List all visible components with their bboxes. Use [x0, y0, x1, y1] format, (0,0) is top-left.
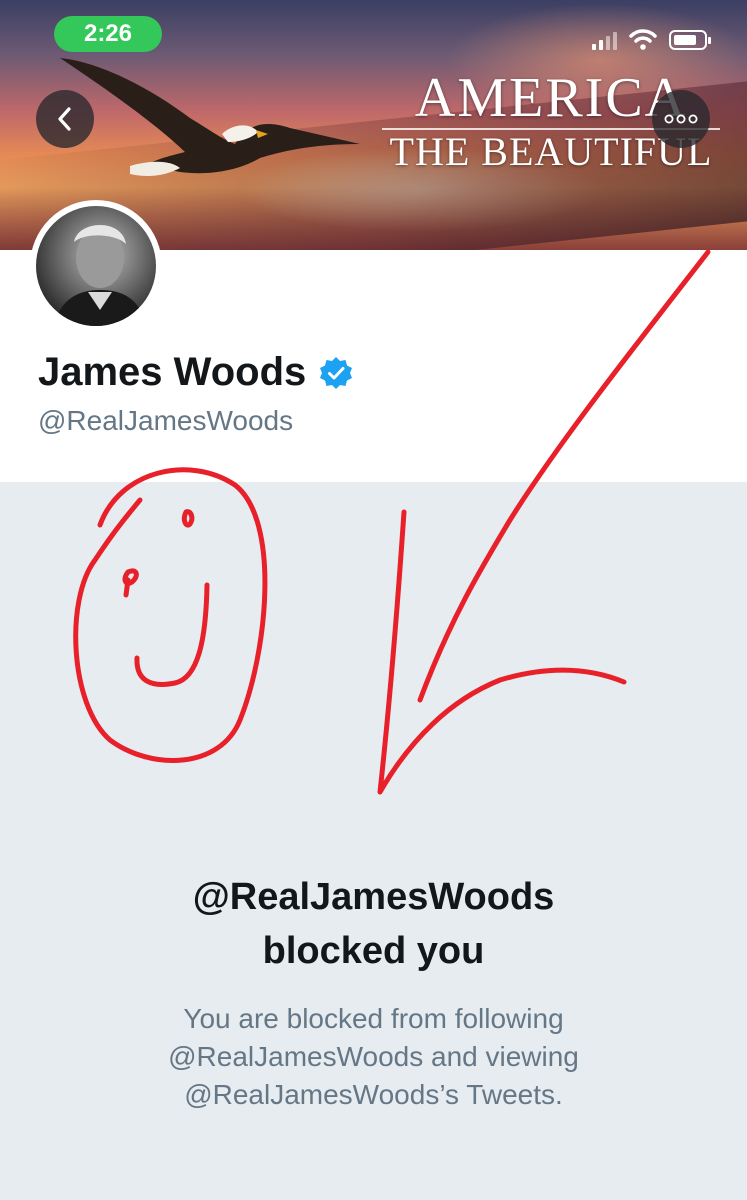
eagle-image: [60, 58, 360, 176]
profile-handle: @RealJamesWoods: [38, 405, 294, 436]
more-options-icon: [664, 114, 698, 124]
profile-name: James Woods: [38, 350, 307, 394]
verified-badge-icon: [320, 356, 353, 389]
avatar-portrait: [54, 225, 146, 326]
blocked-title-line-2: blocked you: [262, 930, 485, 972]
wifi-icon: [629, 29, 657, 50]
back-chevron-icon: [58, 107, 71, 131]
battery-icon: [669, 30, 711, 50]
blocked-message: You are blocked from following @RealJame…: [0, 1000, 747, 1114]
status-time: 2:26: [54, 16, 162, 52]
avatar[interactable]: [30, 200, 162, 332]
status-icons: [592, 28, 711, 50]
blocked-message-line-2: @RealJamesWoods and viewing: [168, 1041, 579, 1072]
blocked-title: @RealJamesWoods blocked you: [0, 870, 747, 978]
blocked-title-line-1: @RealJamesWoods: [192, 876, 555, 918]
profile-name-row: James Woods: [38, 350, 354, 395]
blocked-message-line-3: @RealJamesWoods’s Tweets.: [184, 1079, 563, 1110]
signal-icon: [592, 30, 617, 50]
blocked-message-line-1: You are blocked from following: [183, 1003, 564, 1034]
avatar-photo: [36, 206, 156, 326]
more-options-button[interactable]: [652, 90, 710, 148]
back-button[interactable]: [36, 90, 94, 148]
